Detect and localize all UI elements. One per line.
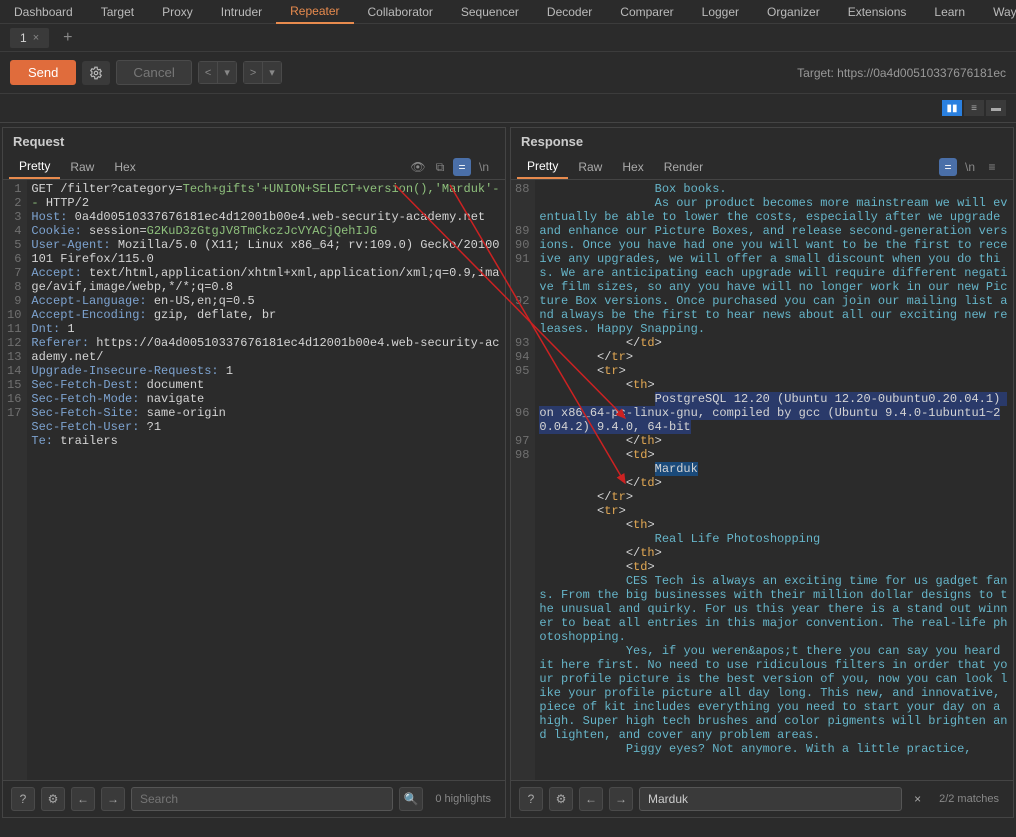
request-code[interactable]: GET /filter?category=Tech+gifts'+UNION+S…	[27, 180, 505, 780]
menu-decoder[interactable]: Decoder	[533, 1, 606, 23]
search-icon[interactable]: 🔍	[399, 787, 423, 811]
response-editor[interactable]: 88 89 90 91 92 93 94 95 96 97 98 Box boo…	[511, 180, 1013, 780]
settings-icon[interactable]	[82, 61, 110, 85]
toolbar: Send Cancel < ▾ > ▾ Target: https://0a4d…	[0, 52, 1016, 94]
view-tab-render[interactable]: Render	[654, 156, 713, 178]
nav-back-group: < ▾	[198, 61, 237, 84]
request-panel: Request PrettyRawHex 👁⧉=\n 1 2 3 4 5 6 7 …	[2, 127, 506, 818]
newline-icon[interactable]: \n	[475, 158, 493, 176]
request-search-bar: ? ⚙ ← → 🔍 0 highlights	[3, 780, 505, 817]
help-icon[interactable]: ?	[11, 787, 35, 811]
response-search-input[interactable]	[639, 787, 902, 811]
menu-dashboard[interactable]: Dashboard	[0, 1, 87, 23]
menu-collaborator[interactable]: Collaborator	[354, 1, 447, 23]
request-editor[interactable]: 1 2 3 4 5 6 7 8 9 10 11 12 13 14 15 16 1…	[3, 180, 505, 780]
repeater-tab-1[interactable]: 1 ×	[10, 28, 49, 48]
menu-target[interactable]: Target	[87, 1, 148, 23]
send-button[interactable]: Send	[10, 60, 76, 85]
newline-icon[interactable]: \n	[961, 158, 979, 176]
nav-fwd-dropdown[interactable]: ▾	[263, 62, 281, 83]
gear-icon[interactable]: ⚙	[549, 787, 573, 811]
response-gutter: 88 89 90 91 92 93 94 95 96 97 98	[511, 180, 535, 780]
view-tab-pretty[interactable]: Pretty	[9, 155, 60, 179]
main-menu: DashboardTargetProxyIntruderRepeaterColl…	[0, 0, 1016, 24]
cancel-button[interactable]: Cancel	[116, 60, 192, 85]
layout-columns-icon[interactable]: ▮▮	[942, 100, 962, 116]
response-panel: Response PrettyRawHexRender =\n≡ 88 89 90…	[510, 127, 1014, 818]
copy-icon[interactable]: ⧉	[431, 158, 449, 176]
menu-repeater[interactable]: Repeater	[276, 0, 353, 24]
tab-label: 1	[20, 31, 27, 45]
gear-icon[interactable]: ⚙	[41, 787, 65, 811]
help-icon[interactable]: ?	[519, 787, 543, 811]
view-tab-hex[interactable]: Hex	[104, 156, 145, 178]
response-view-tabs: PrettyRawHexRender =\n≡	[511, 155, 1013, 180]
layout-rows-icon[interactable]: ≡	[964, 100, 984, 116]
request-view-tabs: PrettyRawHex 👁⧉=\n	[3, 155, 505, 180]
arrow-left-icon[interactable]: ←	[579, 787, 603, 811]
nav-fwd-group: > ▾	[243, 61, 282, 84]
menu-logger[interactable]: Logger	[688, 1, 753, 23]
view-tab-raw[interactable]: Raw	[60, 156, 104, 178]
arrow-left-icon[interactable]: ←	[71, 787, 95, 811]
arrow-right-icon[interactable]: →	[101, 787, 125, 811]
menu-sequencer[interactable]: Sequencer	[447, 1, 533, 23]
clear-search-icon[interactable]: ×	[908, 792, 927, 806]
view-tab-raw[interactable]: Raw	[568, 156, 612, 178]
visibility-icon[interactable]: 👁	[409, 158, 427, 176]
nav-fwd-button[interactable]: >	[244, 62, 263, 83]
view-tab-hex[interactable]: Hex	[612, 156, 653, 178]
nav-back-dropdown[interactable]: ▾	[218, 62, 236, 83]
equals-icon[interactable]: =	[939, 158, 957, 176]
request-search-input[interactable]	[131, 787, 393, 811]
highlights-label: 0 highlights	[429, 793, 497, 805]
menu-organizer[interactable]: Organizer	[753, 1, 834, 23]
menu-learn[interactable]: Learn	[920, 1, 979, 23]
view-tab-pretty[interactable]: Pretty	[517, 155, 568, 179]
close-icon[interactable]: ×	[33, 32, 39, 44]
menu-comparer[interactable]: Comparer	[606, 1, 687, 23]
target-label[interactable]: Target: https://0a4d00510337676181ec	[797, 66, 1006, 80]
menu-intruder[interactable]: Intruder	[207, 1, 276, 23]
response-title: Response	[511, 128, 1013, 155]
nav-back-button[interactable]: <	[199, 62, 218, 83]
response-code[interactable]: Box books. As our product becomes more m…	[535, 180, 1013, 780]
menu-extensions[interactable]: Extensions	[834, 1, 921, 23]
response-search-bar: ? ⚙ ← → × 2/2 matches	[511, 780, 1013, 817]
add-tab-button[interactable]: +	[53, 29, 82, 47]
menu-proxy[interactable]: Proxy	[148, 1, 207, 23]
layout-single-icon[interactable]: ▬	[986, 100, 1006, 116]
equals-icon[interactable]: =	[453, 158, 471, 176]
request-title: Request	[3, 128, 505, 155]
request-gutter: 1 2 3 4 5 6 7 8 9 10 11 12 13 14 15 16 1…	[3, 180, 27, 780]
matches-label: 2/2 matches	[933, 793, 1005, 805]
arrow-right-icon[interactable]: →	[609, 787, 633, 811]
menu-icon[interactable]: ≡	[983, 158, 1001, 176]
repeater-sub-tabs: 1 × +	[0, 24, 1016, 52]
menu-way[interactable]: Way	[979, 1, 1016, 23]
